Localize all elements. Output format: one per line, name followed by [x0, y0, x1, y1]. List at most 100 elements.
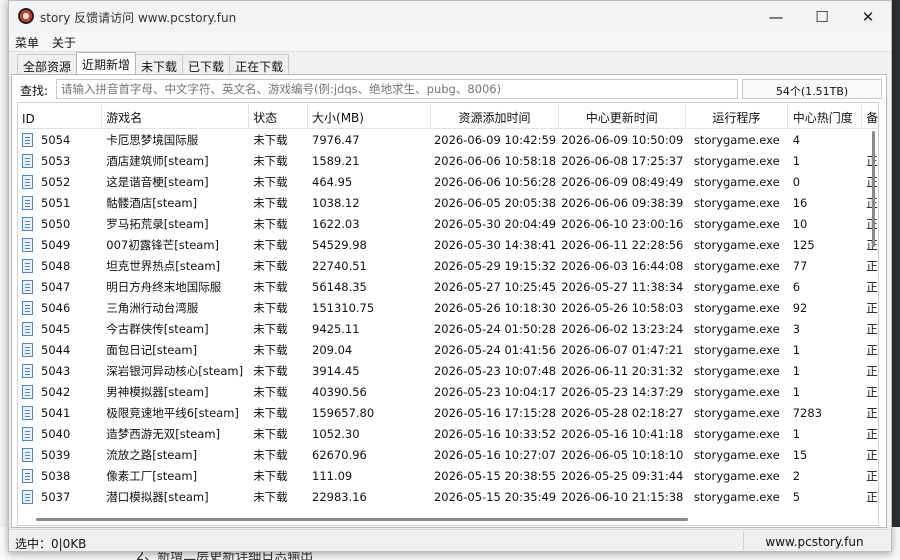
- column-header-size[interactable]: 大小(MB): [308, 103, 432, 129]
- tab-downloading[interactable]: 正在下载: [229, 54, 290, 74]
- size-cell: 7976.47: [312, 132, 360, 147]
- table-row[interactable]: 5041 极限竞速地平线6[steam] 未下载 159657.80 2026-05-1…: [18, 402, 878, 423]
- id-cell: 5043: [18, 363, 102, 378]
- file-icon: [22, 258, 33, 273]
- table-row[interactable]: 5039 流放之路[steam] 未下载 62670.96 2026-05-16 10:…: [18, 444, 878, 465]
- updated-time-cell: 2026-05-16 10:41:18: [561, 426, 684, 441]
- table-row[interactable]: 5048 坦克世界热点[steam] 未下载 22740.51 2026-05-29 1…: [18, 255, 878, 276]
- table-row[interactable]: 5046 三角洲行动台湾服 未下载 151310.75 2026-05-26 10:18…: [18, 297, 878, 318]
- vertical-scrollbar[interactable]: [872, 131, 875, 247]
- menu-item-about[interactable]: 关于: [52, 32, 83, 51]
- maximize-button[interactable]: ☐: [799, 1, 845, 32]
- table-row[interactable]: 5043 深岩银河异动核心[steam] 未下载 3914.45 2026-05-23 …: [18, 360, 878, 381]
- tab-downloaded[interactable]: 已下载: [182, 54, 231, 74]
- title-bar[interactable]: story 反馈请访问 www.pcstory.fun — ☐ ✕: [9, 1, 891, 32]
- game-id: 5038: [41, 468, 71, 483]
- remark-cell: 正: [866, 300, 878, 315]
- executable-cell: storygame.exe: [693, 363, 780, 378]
- popularity-cell: 15: [792, 447, 808, 462]
- remark-cell: 正: [862, 174, 878, 190]
- added-time-cell: 2026-06-06 10:58:18: [433, 153, 557, 168]
- game-name-cell: 罗马拓荒录[steam]: [106, 216, 209, 231]
- added-time-cell: 2026-05-30 14:38:41: [433, 237, 557, 252]
- updated-time-cell: 2026-06-05 10:18:10: [561, 447, 684, 462]
- table-row[interactable]: 5049 007初露锋芒[steam] 未下载 54529.98 2026-05-30 …: [18, 234, 878, 255]
- column-header-id[interactable]: ID: [18, 103, 103, 129]
- game-name-cell: 男神模拟器[steam]: [106, 384, 209, 399]
- id-cell: 5050: [18, 216, 102, 231]
- added-time-cell: 2026-05-15 20:38:55: [433, 468, 557, 483]
- file-icon: [22, 195, 33, 210]
- game-id: 5043: [41, 363, 71, 378]
- table-row[interactable]: 5044 面包日记[steam] 未下载 209.04 2026-05-24 01:41…: [18, 339, 878, 360]
- status-cell: 未下载: [253, 300, 288, 315]
- table-row[interactable]: 5047 明日方舟终末地国际服 未下载 56148.35 2026-05-27 10:2…: [18, 276, 878, 297]
- executable-cell: storygame.exe: [693, 426, 780, 441]
- added-time-cell: 2026-05-27 10:25:45: [433, 279, 557, 294]
- status-cell: 未下载: [253, 258, 288, 273]
- tab-not-downloaded[interactable]: 未下载: [135, 54, 184, 74]
- game-id: 5048: [41, 258, 71, 273]
- updated-time-cell: 2026-06-10 23:00:16: [561, 216, 684, 231]
- updated-time-cell: 2026-06-11 22:28:56: [561, 237, 684, 252]
- column-header-remark[interactable]: 备: [862, 103, 878, 129]
- popularity-cell: 2: [792, 468, 801, 483]
- game-id: 5037: [41, 489, 71, 504]
- table-row[interactable]: 5037 潜口模拟器[steam] 未下载 22983.16 2026-05-15 20…: [18, 486, 878, 507]
- search-input[interactable]: [56, 79, 738, 99]
- game-name-cell: 极限竞速地平线6[steam]: [106, 405, 239, 420]
- file-icon: [22, 174, 33, 189]
- status-cell: 未下载: [253, 279, 288, 294]
- table-row[interactable]: 5054 卡厄思梦境国际服 未下载 7976.47 2026-06-09 10:42:5…: [18, 129, 878, 150]
- popularity-cell: 125: [792, 237, 815, 252]
- table-row[interactable]: 5053 酒店建筑师[steam] 未下载 1589.21 2026-06-06 10:…: [18, 150, 878, 171]
- column-header-updated-time[interactable]: 中心更新时间: [559, 103, 686, 129]
- size-cell: 40390.56: [312, 384, 367, 399]
- file-icon: [22, 279, 33, 294]
- table-row[interactable]: 5050 罗马拓荒录[steam] 未下载 1622.03 2026-05-30 20:…: [18, 213, 878, 234]
- executable-cell: storygame.exe: [693, 153, 780, 168]
- added-time-cell: 2026-05-24 01:50:28: [433, 321, 557, 336]
- table-row[interactable]: 5038 像素工厂[steam] 未下载 111.09 2026-05-15 20:38…: [18, 465, 878, 486]
- file-icon: [22, 216, 33, 231]
- table-row[interactable]: 5040 造梦西游无双[steam] 未下载 1052.30 2026-05-16 10…: [18, 423, 878, 444]
- table-row[interactable]: 5042 男神模拟器[steam] 未下载 40390.56 2026-05-23 10…: [18, 381, 878, 402]
- updated-time-cell: 2026-05-28 02:18:27: [561, 405, 684, 420]
- executable-cell: storygame.exe: [693, 174, 780, 189]
- table-row[interactable]: 5052 这是谐音梗[steam] 未下载 464.95 2026-06-06 10:5…: [18, 171, 878, 192]
- table-row[interactable]: 5051 骷髅酒店[steam] 未下载 1038.12 2026-06-05 20:0…: [18, 192, 878, 213]
- updated-time-cell: 2026-06-09 10:50:09: [561, 132, 684, 147]
- id-cell: 5042: [18, 384, 102, 399]
- remark-cell: 正: [862, 153, 878, 169]
- column-header-status[interactable]: 状态: [249, 103, 309, 129]
- id-cell: 5051: [18, 195, 102, 210]
- remark-cell: 正: [866, 258, 878, 273]
- column-header-added-time[interactable]: 资源添加时间: [431, 103, 559, 129]
- file-icon: [22, 384, 33, 399]
- id-cell: 5054: [18, 132, 102, 147]
- tab-recently-added[interactable]: 近期新增: [76, 52, 137, 74]
- id-cell: 5053: [18, 153, 102, 168]
- column-header-executable[interactable]: 运行程序: [686, 103, 788, 129]
- site-link[interactable]: www.pcstory.fun: [743, 532, 885, 550]
- column-header-name[interactable]: 游戏名: [102, 103, 250, 129]
- id-cell: 5044: [18, 342, 102, 357]
- game-name-cell: 卡厄思梦境国际服: [106, 132, 199, 147]
- horizontal-scrollbar[interactable]: [36, 518, 688, 521]
- column-header-popularity[interactable]: 中心热门度: [788, 103, 863, 129]
- size-cell: 151310.75: [312, 300, 375, 315]
- tab-all-resources[interactable]: 全部资源: [17, 54, 78, 74]
- popularity-cell: 5: [792, 489, 801, 504]
- close-button[interactable]: ✕: [845, 1, 891, 32]
- size-cell: 62670.96: [312, 447, 367, 462]
- game-name-cell: 骷髅酒店[steam]: [106, 195, 198, 210]
- game-name-cell: 流放之路[steam]: [106, 447, 198, 462]
- file-icon: [22, 300, 33, 315]
- game-name-cell: 酒店建筑师[steam]: [106, 153, 209, 168]
- minimize-button[interactable]: —: [753, 1, 799, 32]
- status-cell: 未下载: [253, 132, 288, 147]
- menu-item-menu[interactable]: 菜单: [15, 32, 46, 51]
- popularity-cell: 92: [792, 300, 808, 315]
- popularity-cell: 1: [792, 384, 801, 399]
- table-row[interactable]: 5045 今古群侠传[steam] 未下载 9425.11 2026-05-24 01:…: [18, 318, 878, 339]
